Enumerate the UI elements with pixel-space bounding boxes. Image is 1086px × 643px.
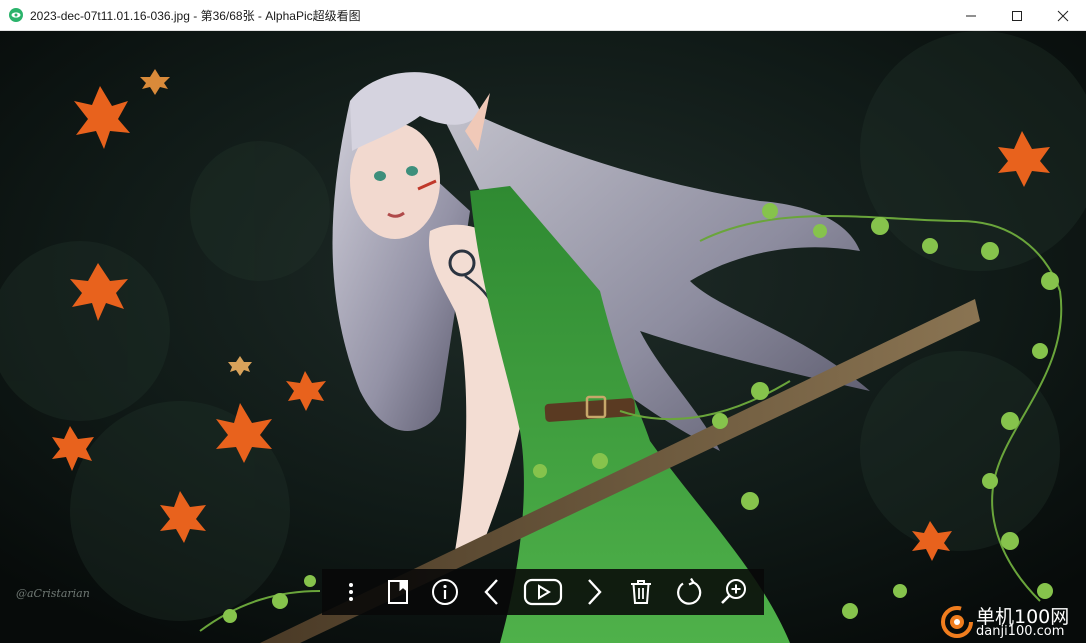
window-controls: [948, 0, 1086, 31]
maximize-icon: [1012, 10, 1022, 21]
slideshow-play-icon: [523, 578, 563, 606]
maximize-button[interactable]: [994, 0, 1040, 31]
danji100-logo-icon: [941, 606, 973, 638]
zoom-in-icon: [721, 579, 747, 604]
more-options-button[interactable]: [333, 574, 369, 610]
slideshow-button[interactable]: [521, 574, 565, 610]
alphapic-app-icon: [9, 8, 23, 22]
next-icon: [587, 579, 602, 605]
previous-icon: [484, 579, 498, 605]
rotate-button[interactable]: [670, 574, 706, 610]
fantasy-elf-girl-artwork: [0, 31, 1086, 643]
close-button[interactable]: [1040, 0, 1086, 31]
title-bar: 2023-dec-07t11.01.16-036.jpg - 第36/68张 -…: [0, 0, 1086, 31]
image-viewer[interactable]: @aCristarian 单机100网 danji100.com: [0, 31, 1086, 643]
zoom-in-button[interactable]: [716, 574, 752, 610]
minimize-icon: [966, 15, 976, 16]
site-url: danji100.com: [976, 624, 1065, 639]
rotate-icon: [676, 578, 701, 605]
info-icon: [432, 579, 459, 605]
bookmark-button[interactable]: [380, 574, 416, 610]
close-icon: [1057, 10, 1069, 21]
artist-signature: @aCristarian: [16, 587, 90, 600]
viewer-toolbar: [322, 569, 764, 615]
window-title: 2023-dec-07t11.01.16-036.jpg - 第36/68张 -…: [30, 8, 361, 23]
delete-icon: [630, 580, 651, 604]
bookmark-icon: [388, 580, 409, 604]
delete-button[interactable]: [623, 574, 659, 610]
site-watermark: 单机100网 danji100.com: [936, 600, 1086, 643]
info-button[interactable]: [427, 574, 463, 610]
next-image-button[interactable]: [576, 574, 612, 610]
minimize-button[interactable]: [948, 0, 994, 31]
previous-image-button[interactable]: [474, 574, 510, 610]
more-vertical-icon: [349, 583, 354, 601]
